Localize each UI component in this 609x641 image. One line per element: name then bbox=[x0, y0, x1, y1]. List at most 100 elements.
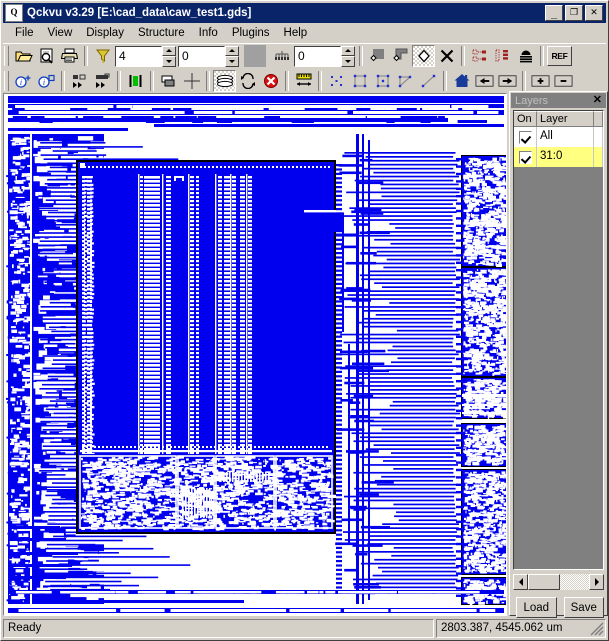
arrow-right-icon bbox=[594, 578, 599, 586]
select-polyline-button[interactable] bbox=[394, 69, 417, 92]
save-button[interactable]: Save bbox=[563, 597, 604, 618]
print-button[interactable] bbox=[58, 45, 81, 67]
step-all-button[interactable] bbox=[91, 69, 114, 92]
minimize-button[interactable]: _ bbox=[545, 5, 563, 21]
hierarchy-button[interactable] bbox=[270, 45, 293, 67]
step-next-button[interactable] bbox=[68, 69, 91, 92]
menu-item-view[interactable]: View bbox=[41, 25, 80, 41]
select-box-center-button[interactable] bbox=[371, 69, 394, 92]
layers-row-31-0[interactable]: 31:0 bbox=[514, 147, 603, 167]
level-spinner-buttons[interactable] bbox=[225, 45, 239, 67]
layers-header-on[interactable]: On bbox=[514, 111, 537, 127]
scrollbar-track[interactable] bbox=[528, 574, 589, 590]
resize-grip-icon[interactable] bbox=[590, 622, 604, 636]
hierarchy-spinner-up[interactable] bbox=[341, 45, 355, 56]
scroll-left-button[interactable] bbox=[513, 574, 528, 590]
scroll-right-button[interactable] bbox=[589, 574, 604, 590]
cad-canvas[interactable] bbox=[3, 93, 507, 616]
load-button[interactable]: Load bbox=[516, 597, 557, 618]
menu-item-file[interactable]: File bbox=[8, 25, 41, 41]
filter-button[interactable] bbox=[91, 45, 114, 67]
layer-color-cell[interactable] bbox=[594, 127, 603, 147]
collapse-tree-button[interactable] bbox=[491, 45, 514, 67]
layer-color-cell[interactable] bbox=[594, 147, 603, 167]
checkbox-checked-icon bbox=[518, 150, 532, 164]
layers-horizontal-scrollbar[interactable] bbox=[513, 574, 604, 590]
status-bar: Ready 2803.387, 4545.062 um bbox=[3, 619, 606, 638]
crosshair-button[interactable] bbox=[180, 69, 203, 92]
depth-spinner-down[interactable] bbox=[162, 56, 176, 67]
toolbar-separator bbox=[150, 70, 154, 91]
menu-item-help[interactable]: Help bbox=[277, 25, 315, 41]
layers-toggle-button[interactable] bbox=[213, 69, 236, 92]
home-button[interactable] bbox=[450, 69, 473, 92]
level-spinner-up[interactable] bbox=[225, 45, 239, 56]
expand-tree-button[interactable] bbox=[468, 45, 491, 67]
arrow-up-icon bbox=[166, 49, 172, 53]
select-lshape-button[interactable] bbox=[389, 45, 412, 67]
application-window: Q Qckvu v3.29 [E:\cad_data\caw_test1.gds… bbox=[0, 0, 609, 641]
hierarchy-spinner-value[interactable]: 0 bbox=[294, 45, 341, 67]
toolbar-separator bbox=[318, 70, 322, 91]
svg-text:i: i bbox=[42, 78, 44, 87]
arrow-down-icon bbox=[166, 59, 172, 63]
fit-vertical-button[interactable] bbox=[124, 69, 147, 92]
app-icon-label: Q bbox=[10, 7, 18, 17]
layers-header-layer[interactable]: Layer bbox=[537, 111, 594, 127]
measure-button[interactable] bbox=[292, 69, 315, 92]
select-line-button[interactable] bbox=[417, 69, 440, 92]
depth-spinner-up[interactable] bbox=[162, 45, 176, 56]
scrollbar-thumb[interactable] bbox=[528, 574, 560, 590]
menu-item-plugins[interactable]: Plugins bbox=[225, 25, 277, 41]
layers-header-color[interactable] bbox=[594, 111, 603, 127]
select-box-button[interactable] bbox=[348, 69, 371, 92]
window-button[interactable] bbox=[157, 69, 180, 92]
print-preview-button[interactable] bbox=[35, 45, 58, 67]
toolbar-separator bbox=[285, 70, 289, 91]
select-points-button[interactable] bbox=[325, 69, 348, 92]
toolbar-separator bbox=[443, 70, 447, 91]
toolbar-separator bbox=[540, 46, 544, 66]
lock-button[interactable] bbox=[514, 45, 537, 67]
toolbar-grip[interactable] bbox=[4, 46, 9, 66]
stop-button[interactable] bbox=[259, 69, 282, 92]
menu-item-structure[interactable]: Structure bbox=[131, 25, 192, 41]
maximize-button[interactable]: ❐ bbox=[565, 5, 583, 21]
depth-spinner-buttons[interactable] bbox=[162, 45, 176, 67]
level-spinner-down[interactable] bbox=[225, 56, 239, 67]
status-message: Ready bbox=[3, 619, 434, 638]
toolbar-grip[interactable] bbox=[4, 70, 9, 91]
layers-row-all[interactable]: All bbox=[514, 127, 603, 147]
info-box-button[interactable]: i bbox=[35, 69, 58, 92]
depth-spinner[interactable]: 4 bbox=[115, 45, 176, 67]
open-file-button[interactable] bbox=[12, 45, 35, 67]
close-button[interactable]: ✕ bbox=[585, 5, 603, 21]
toolbar-separator bbox=[61, 70, 65, 91]
toolbar-separator bbox=[84, 46, 88, 66]
menu-item-display[interactable]: Display bbox=[79, 25, 131, 41]
hierarchy-spinner[interactable]: 0 bbox=[294, 45, 355, 67]
refresh-button[interactable] bbox=[236, 69, 259, 92]
ref-button[interactable]: REF bbox=[547, 46, 572, 66]
info-plus-button[interactable]: i bbox=[12, 69, 35, 92]
menu-item-info[interactable]: Info bbox=[192, 25, 225, 41]
zoom-in-button[interactable] bbox=[529, 69, 552, 92]
level-spinner-value[interactable]: 0 bbox=[178, 45, 225, 67]
zoom-back-button[interactable] bbox=[473, 69, 496, 92]
hierarchy-spinner-down[interactable] bbox=[341, 56, 355, 67]
hierarchy-spinner-buttons[interactable] bbox=[341, 45, 355, 67]
layers-grid[interactable]: On Layer All 31:0 bbox=[513, 110, 604, 570]
clear-selection-button[interactable] bbox=[435, 45, 458, 67]
arrow-up-icon bbox=[229, 49, 235, 53]
zoom-out-button[interactable] bbox=[552, 69, 575, 92]
gds-layout-drawing[interactable] bbox=[4, 94, 506, 615]
layers-close-icon[interactable]: ✕ bbox=[592, 95, 603, 106]
level-spinner[interactable]: 0 bbox=[178, 45, 239, 67]
zoom-forward-button[interactable] bbox=[496, 69, 519, 92]
depth-spinner-value[interactable]: 4 bbox=[115, 45, 162, 67]
select-filled-shape-button[interactable] bbox=[366, 45, 389, 67]
select-vertex-button[interactable] bbox=[412, 45, 435, 67]
layer-visibility-checkbox[interactable] bbox=[514, 127, 537, 147]
checkbox-checked-icon bbox=[518, 130, 532, 144]
layer-visibility-checkbox[interactable] bbox=[514, 147, 537, 167]
